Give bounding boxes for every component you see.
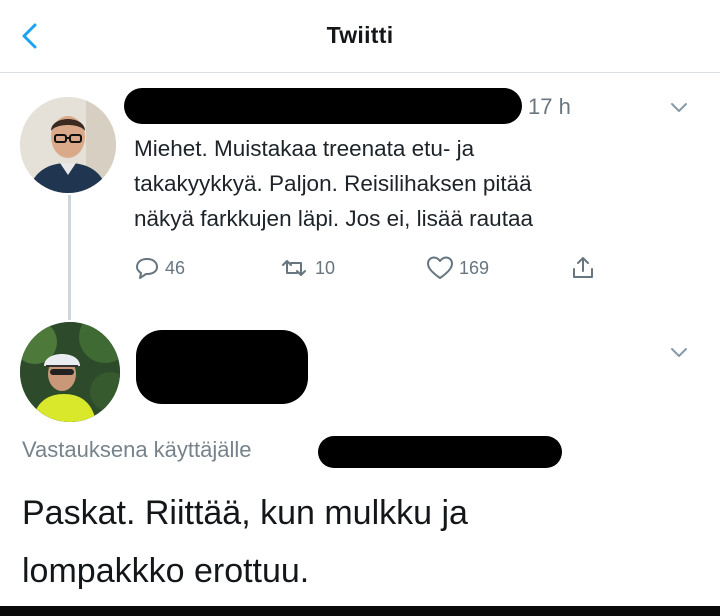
like-button[interactable]: 169 xyxy=(426,254,489,282)
tweet-text: Miehet. Muistakaa treenata etu- ja takak… xyxy=(134,136,533,231)
avatar[interactable] xyxy=(20,322,120,422)
tweet-menu-button[interactable] xyxy=(668,101,690,115)
replying-to-label: Vastauksena käyttäjälle xyxy=(22,437,252,462)
top-bar: Twiitti xyxy=(0,0,720,73)
page-title: Twiitti xyxy=(326,22,394,48)
author-name[interactable] xyxy=(124,88,522,124)
reply-icon xyxy=(136,258,158,279)
retweet-button[interactable]: 10 xyxy=(278,254,335,282)
reply-menu-button[interactable] xyxy=(668,346,690,360)
reply-button[interactable]: 46 xyxy=(134,254,185,282)
reply-text: Paskat. Riittää, kun mulkku ja lompakkko… xyxy=(22,494,468,590)
avatar[interactable] xyxy=(20,97,116,193)
chevron-down-icon xyxy=(671,348,687,357)
retweet-count: 10 xyxy=(315,257,336,278)
share-icon xyxy=(573,257,593,278)
retweet-icon xyxy=(282,260,306,276)
profile-photo xyxy=(20,322,120,422)
bottom-edge xyxy=(0,606,720,616)
like-count: 169 xyxy=(459,257,490,278)
heart-icon xyxy=(427,256,453,279)
reply-count: 46 xyxy=(165,257,186,278)
reply-author-name[interactable] xyxy=(136,330,308,404)
profile-photo xyxy=(20,97,116,193)
replying-to-handle[interactable] xyxy=(318,436,562,468)
share-button[interactable] xyxy=(570,254,601,282)
thread-connector xyxy=(68,195,71,320)
chevron-down-icon xyxy=(671,103,687,112)
tweet-time: 17 h xyxy=(528,94,571,119)
